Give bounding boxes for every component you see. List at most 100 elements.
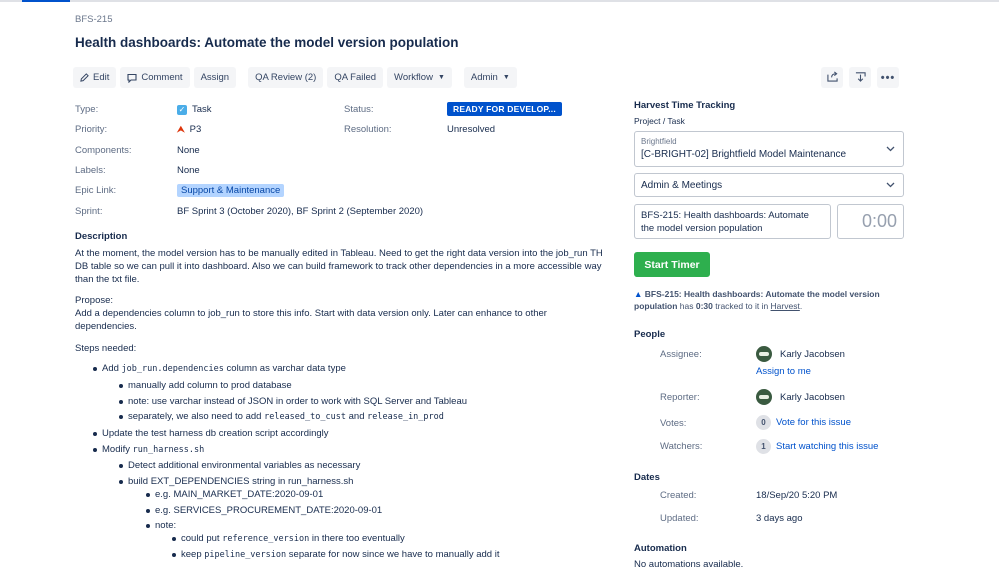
- code-text: reference_version: [222, 534, 310, 544]
- assign-to-me-link[interactable]: Assign to me: [756, 366, 811, 377]
- export-button[interactable]: [849, 67, 871, 88]
- reporter-label: Reporter:: [660, 392, 700, 403]
- chevron-down-icon: [886, 180, 895, 190]
- edit-button[interactable]: Edit: [73, 67, 117, 88]
- type-value: ✓ Task: [177, 104, 212, 115]
- people-heading: People: [634, 329, 666, 340]
- code-text: released_to_cust: [264, 412, 346, 422]
- updated-value: 3 days ago: [756, 513, 803, 524]
- components-value: None: [177, 145, 200, 156]
- issue-key[interactable]: BFS-215: [75, 14, 113, 25]
- tracked-text: has: [677, 301, 696, 311]
- project-select[interactable]: Brightfield [C-BRIGHT-02] Brightfield Mo…: [634, 131, 904, 167]
- list-text: in there too eventually: [309, 533, 405, 544]
- reporter-value[interactable]: Karly Jacobsen: [756, 389, 845, 405]
- assignee-value[interactable]: Karly Jacobsen: [756, 346, 845, 362]
- created-label: Created:: [660, 490, 697, 501]
- comment-icon: [127, 73, 137, 83]
- project-task-label: Project / Task: [634, 116, 685, 126]
- export-icon: [855, 71, 866, 85]
- vote-link[interactable]: Vote for this issue: [776, 417, 851, 428]
- admin-dropdown[interactable]: Admin ▼: [463, 67, 517, 88]
- issue-toolbar: Edit Comment Assign QA Review (2) QA Fai…: [73, 67, 517, 88]
- list-item: manually add column to prod database: [119, 380, 292, 391]
- automation-heading: Automation: [634, 543, 687, 554]
- status-label: Status:: [344, 104, 374, 115]
- list-item: e.g. MAIN_MARKET_DATE:2020-09-01: [145, 489, 324, 500]
- project-name: [C-BRIGHT-02] Brightfield Model Maintena…: [641, 149, 847, 160]
- top-nav-border: [0, 0, 999, 2]
- tracked-time-summary: ▲ BFS-215: Health dashboards: Automate t…: [634, 288, 904, 312]
- harvest-logo-icon: ▲: [634, 289, 643, 299]
- watchers-count: 1: [756, 439, 771, 454]
- tracked-time: 0:30: [695, 301, 713, 311]
- more-dots-icon: •••: [880, 71, 896, 84]
- watchers-label: Watchers:: [660, 441, 703, 452]
- list-item: Update the test harness db creation scri…: [93, 428, 329, 439]
- comment-label: Comment: [141, 72, 183, 83]
- task-check-icon: ✓: [177, 104, 187, 115]
- created-value: 18/Sep/20 5:20 PM: [756, 490, 838, 501]
- tracked-text: tracked to it in: [712, 301, 771, 311]
- task-name: Admin & Meetings: [641, 180, 723, 191]
- list-item: e.g. SERVICES_PROCUREMENT_DATE:2020-09-0…: [145, 505, 383, 516]
- list-item: keep pipeline_version separate for now s…: [171, 549, 499, 560]
- labels-value: None: [177, 165, 200, 176]
- list-item: Add job_run.dependencies column as varch…: [93, 363, 346, 374]
- assignee-label: Assignee:: [660, 349, 702, 360]
- qa-review-button[interactable]: QA Review (2): [248, 67, 324, 88]
- list-item: Modify run_harness.sh: [92, 444, 204, 455]
- workflow-label: Workflow: [394, 72, 433, 83]
- list-item: note: use varchar instead of JSON in ord…: [118, 396, 468, 407]
- resolution-label: Resolution:: [344, 124, 392, 135]
- task-select[interactable]: Admin & Meetings: [634, 173, 904, 197]
- chevron-down-icon: [886, 144, 895, 154]
- code-text: job_run.dependencies: [121, 364, 224, 374]
- time-input[interactable]: 0:00: [837, 204, 904, 239]
- timer-notes-field[interactable]: BFS-215: Health dashboards: Automate the…: [634, 204, 831, 239]
- qa-review-label: QA Review (2): [255, 72, 317, 83]
- comment-button[interactable]: Comment: [120, 67, 190, 88]
- epic-lozenge[interactable]: Support & Maintenance: [177, 184, 285, 197]
- epic-link-label: Epic Link:: [75, 185, 117, 196]
- share-icon: [826, 70, 838, 85]
- list-text: Add: [102, 363, 122, 374]
- resolution-value: Unresolved: [447, 124, 496, 135]
- votes-label: Votes:: [660, 418, 687, 429]
- priority-arrow-icon: ⮝: [177, 124, 185, 134]
- qa-failed-button[interactable]: QA Failed: [327, 67, 384, 88]
- epic-link-value: Support & Maintenance: [177, 184, 285, 197]
- priority-value: ⮝ P3: [177, 124, 201, 135]
- code-text: release_in_prod: [367, 412, 444, 422]
- assign-label: Assign: [200, 72, 230, 83]
- priority-label: Priority:: [75, 124, 108, 135]
- admin-label: Admin: [470, 72, 498, 83]
- pencil-icon: [80, 73, 89, 82]
- assign-button[interactable]: Assign: [193, 67, 237, 88]
- client-name: Brightfield: [641, 137, 677, 146]
- edit-label: Edit: [93, 72, 110, 83]
- tracked-text: .: [799, 301, 803, 311]
- sprint-label: Sprint:: [75, 206, 103, 217]
- more-actions-button[interactable]: •••: [877, 67, 899, 88]
- list-text: separately, we also need to add: [128, 411, 265, 422]
- status-lozenge[interactable]: READY FOR DEVELOP...: [447, 102, 562, 116]
- list-text: keep: [181, 549, 205, 560]
- share-button[interactable]: [821, 67, 843, 88]
- chevron-down-icon: ▼: [437, 74, 445, 81]
- votes-value: 0 Vote for this issue: [756, 415, 851, 430]
- list-item: could put reference_version in there too…: [172, 533, 405, 544]
- watch-link[interactable]: Start watching this issue: [776, 441, 878, 452]
- start-timer-button[interactable]: Start Timer: [634, 252, 710, 277]
- propose-text: Add a dependencies column to job_run to …: [75, 308, 547, 333]
- list-item: note:: [145, 520, 177, 531]
- assignee-name: Karly Jacobsen: [780, 348, 845, 360]
- workflow-dropdown[interactable]: Workflow ▼: [387, 67, 452, 88]
- harvest-heading: Harvest Time Tracking: [634, 100, 736, 111]
- updated-label: Updated:: [660, 513, 699, 524]
- dates-heading: Dates: [634, 472, 660, 483]
- reporter-name: Karly Jacobsen: [780, 391, 845, 403]
- sprint-value[interactable]: BF Sprint 3 (October 2020), BF Sprint 2 …: [177, 206, 423, 217]
- description-heading: Description: [75, 231, 128, 242]
- harvest-link[interactable]: Harvest: [771, 301, 800, 311]
